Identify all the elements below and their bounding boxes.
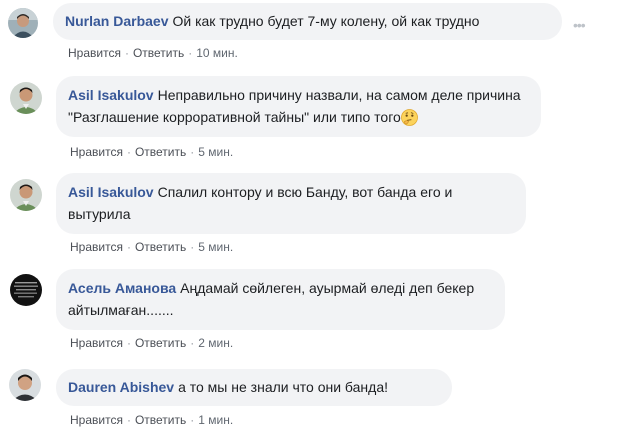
comment-text: а то мы не знали что они банда! [178, 379, 388, 395]
like-link[interactable]: Нравится [68, 46, 121, 60]
comment-author[interactable]: Asil Isakulov [68, 87, 154, 103]
comment-actions: Нравится · Ответить · 10 мин. [68, 46, 238, 60]
separator-dot: · [126, 336, 131, 350]
comment-actions: Нравится · Ответить · 1 мин. [70, 413, 233, 427]
reply-link[interactable]: Ответить [135, 145, 186, 159]
avatar[interactable] [10, 274, 42, 306]
avatar[interactable] [8, 8, 38, 38]
avatar[interactable] [9, 369, 41, 401]
thinking-face-emoji-icon [400, 109, 418, 132]
comment-bubble: Asil Isakulov Неправильно причину назвали… [56, 76, 541, 137]
avatar-photo-icon [9, 369, 41, 401]
comment-author[interactable]: Dauren Abishev [68, 379, 174, 395]
comment-author[interactable]: Nurlan Darbaev [65, 13, 168, 29]
separator-dot: · [126, 145, 131, 159]
avatar-photo-icon [10, 82, 42, 114]
separator-dot: · [126, 413, 131, 427]
reply-link[interactable]: Ответить [135, 240, 186, 254]
separator-dot: · [188, 46, 193, 60]
avatar-photo-icon [8, 8, 38, 38]
reply-link[interactable]: Ответить [135, 413, 186, 427]
comment-time[interactable]: 5 мин. [198, 145, 233, 159]
like-link[interactable]: Нравится [70, 240, 123, 254]
comment-time[interactable]: 1 мин. [198, 413, 233, 427]
like-link[interactable]: Нравится [70, 413, 123, 427]
separator-dot: · [190, 240, 195, 254]
comment-actions: Нравится · Ответить · 5 мин. [70, 240, 233, 254]
reply-link[interactable]: Ответить [135, 336, 186, 350]
comment-actions: Нравится · Ответить · 2 мин. [70, 336, 233, 350]
comment-author[interactable]: Asil Isakulov [68, 184, 154, 200]
separator-dot: · [126, 240, 131, 254]
more-options-icon[interactable]: ••• [573, 17, 589, 33]
comment-bubble: Nurlan Darbaev Ой как трудно будет 7-му к… [53, 3, 562, 40]
comment-time[interactable]: 10 мин. [196, 46, 238, 60]
like-link[interactable]: Нравится [70, 145, 123, 159]
comment-author[interactable]: Асель Аманова [68, 280, 176, 296]
avatar-photo-icon [10, 179, 42, 211]
comment-time[interactable]: 5 мин. [198, 240, 233, 254]
reply-link[interactable]: Ответить [133, 46, 184, 60]
separator-dot: · [190, 336, 195, 350]
like-link[interactable]: Нравится [70, 336, 123, 350]
comment-bubble: Dauren Abishev а то мы не знали что они б… [56, 369, 452, 406]
separator-dot: · [124, 46, 129, 60]
comment-bubble: Асель Аманова Аңдамай сөйлеген, ауырмай ө… [56, 269, 505, 330]
comment-bubble: Asil Isakulov Спалил контору и всю Банду,… [56, 173, 526, 234]
comment-text: Ой как трудно будет 7-му колену, ой как … [172, 13, 480, 29]
avatar-dark-text-icon [10, 274, 42, 306]
comment-actions: Нравится · Ответить · 5 мин. [70, 145, 233, 159]
avatar[interactable] [10, 82, 42, 114]
separator-dot: · [190, 413, 195, 427]
comment-time[interactable]: 2 мин. [198, 336, 233, 350]
avatar[interactable] [10, 179, 42, 211]
separator-dot: · [190, 145, 195, 159]
